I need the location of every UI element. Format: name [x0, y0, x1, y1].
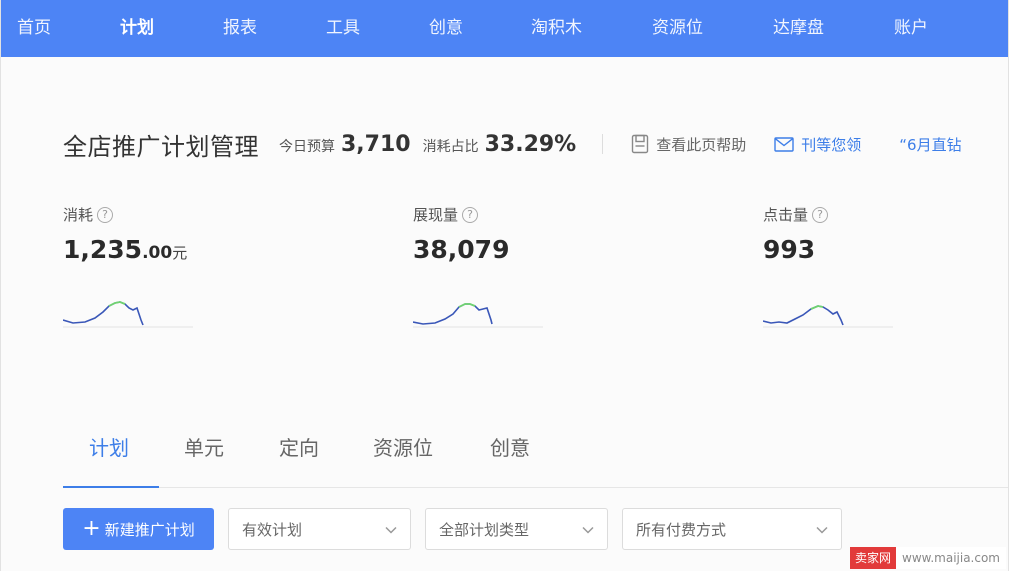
mail-icon: [774, 136, 794, 152]
nav-item-account[interactable]: 账户: [894, 0, 928, 57]
share-value: 33.29%: [484, 131, 577, 157]
budget-value: 3,710: [341, 131, 411, 157]
metric-cost-value: 1,235.00元: [63, 235, 363, 264]
nav-item-damopan[interactable]: 达摩盘: [773, 0, 824, 57]
status-filter-select[interactable]: 有效计划: [228, 508, 411, 550]
help-link[interactable]: 查看此页帮助: [631, 134, 746, 155]
watermark-badge: 卖家网: [849, 547, 896, 569]
page-header: 全店推广计划管理 今日预算 3,710 消耗占比 33.29% 查看此页帮助 刊…: [63, 126, 962, 162]
help-circle-icon[interactable]: ?: [462, 206, 479, 223]
top-nav: 首页 计划 报表 工具 创意 淘积木 资源位 达摩盘 账户: [1, 0, 1008, 57]
payment-filter-value: 所有付费方式: [636, 520, 727, 539]
metric-clicks-label: 点击量: [763, 206, 809, 224]
nav-item-taojimu[interactable]: 淘积木: [531, 0, 582, 57]
watermark: 卖家网 www.maijia.com: [849, 547, 1006, 569]
header-divider: [602, 134, 604, 154]
share-label: 消耗占比: [422, 139, 479, 155]
page-title: 全店推广计划管理: [63, 132, 259, 161]
budget-label: 今日预算: [279, 139, 335, 155]
metric-impressions-value: 38,079: [413, 235, 713, 264]
nav-item-plan[interactable]: 计划: [120, 0, 154, 57]
app-frame: 首页 计划 报表 工具 创意 淘积木 资源位 达摩盘 账户 全店推广计划管理 今…: [0, 0, 1009, 571]
tab-resource[interactable]: 资源位: [373, 432, 433, 461]
promo-link[interactable]: “6月直钻: [899, 134, 961, 155]
metric-clicks-int: 993: [763, 235, 816, 264]
plan-type-filter-select[interactable]: 全部计划类型: [425, 508, 608, 550]
help-circle-icon[interactable]: ?: [97, 206, 114, 223]
tab-creative[interactable]: 创意: [490, 432, 530, 461]
tab-targeting[interactable]: 定向: [279, 432, 319, 461]
nav-item-creative[interactable]: 创意: [429, 0, 463, 57]
tab-bar: 计划 单元 定向 资源位 创意: [63, 420, 1008, 488]
plan-type-filter-value: 全部计划类型: [439, 520, 530, 539]
help-circle-icon[interactable]: ?: [812, 206, 829, 223]
metric-clicks-value: 993: [763, 235, 1008, 264]
tab-plan[interactable]: 计划: [89, 432, 129, 461]
help-link-label: 查看此页帮助: [656, 135, 747, 154]
metric-impressions: 展现量 ? 38,079: [413, 204, 713, 328]
metric-cost-dec: .00: [142, 243, 173, 263]
metric-cost-unit: 元: [172, 244, 188, 262]
status-filter-value: 有效计划: [242, 520, 303, 539]
metric-impressions-int: 38,079: [413, 235, 510, 264]
nav-item-resource[interactable]: 资源位: [652, 0, 703, 57]
chevron-down-icon: [582, 526, 594, 534]
sparkline-clicks: [763, 305, 893, 328]
tab-unit[interactable]: 单元: [184, 432, 224, 461]
sparkline-cost: [63, 301, 193, 328]
new-plan-label: 新建推广计划: [104, 520, 195, 539]
metric-clicks: 点击量 ? 993: [763, 204, 1008, 328]
metric-cost-int: 1,235: [63, 235, 143, 264]
mail-link-label: 刊等您领: [801, 135, 862, 154]
plus-icon: +: [82, 516, 101, 541]
metric-cost-label: 消耗: [63, 206, 94, 224]
document-icon: [632, 134, 649, 154]
new-plan-button[interactable]: + 新建推广计划: [63, 508, 214, 550]
metric-impressions-label: 展现量: [413, 206, 459, 224]
nav-item-home[interactable]: 首页: [17, 0, 51, 57]
nav-item-report[interactable]: 报表: [223, 0, 257, 57]
mail-link[interactable]: 刊等您领: [774, 134, 861, 155]
nav-item-tools[interactable]: 工具: [326, 0, 360, 57]
tab-active-indicator: [63, 486, 159, 488]
payment-filter-select[interactable]: 所有付费方式: [622, 508, 842, 550]
chevron-down-icon: [385, 526, 397, 534]
metric-cost: 消耗 ? 1,235.00元: [63, 204, 363, 328]
sparkline-impressions: [413, 303, 543, 328]
chevron-down-icon: [816, 526, 828, 534]
watermark-url: www.maijia.com: [902, 551, 1000, 565]
